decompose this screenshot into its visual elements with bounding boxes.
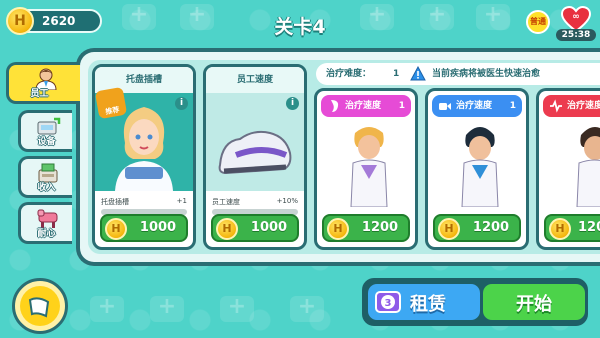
doctor-character-icon — [350, 127, 388, 207]
coin-amount: 2620 — [42, 14, 76, 28]
card-stat: 托盘插槽 +1 — [101, 197, 187, 207]
info-icon[interactable]: i — [286, 97, 299, 110]
coin-counter: H 2620 — [6, 7, 102, 35]
bg-cross — [420, 2, 454, 30]
svg-text:3: 3 — [385, 298, 392, 309]
coin-icon: H — [216, 218, 238, 240]
info-icon[interactable]: i — [175, 97, 188, 110]
buy-button[interactable]: H 1200 — [322, 214, 410, 242]
cure-level: 1 — [398, 101, 405, 111]
upgrade-card-cure-speed-1[interactable]: 治疗速度 1 H 1200 — [314, 88, 418, 250]
coin-icon: H — [327, 218, 349, 240]
cure-header: 治疗速度 1 — [432, 95, 522, 117]
stat-label: 托盘插槽 — [101, 198, 129, 206]
tab-equipment[interactable]: 设备 — [18, 110, 72, 152]
lives-timer: 25:38 — [556, 29, 596, 41]
cure-title: 治疗速度 — [345, 101, 382, 111]
cure-type-icon — [439, 103, 451, 110]
buy-button[interactable]: H 1200 — [433, 214, 521, 242]
tab-staff[interactable]: 员工 — [6, 62, 80, 104]
price: 1200 — [472, 220, 510, 235]
warning-icon — [410, 66, 426, 81]
tab-label: 设备 — [37, 137, 56, 147]
stat-value: +1 — [176, 197, 187, 205]
upgrade-card-tray-slot[interactable]: 托盘插槽 推荐 i 托盘插槽 +1 H 1000 — [92, 64, 196, 250]
buy-button[interactable]: H 1000 — [100, 214, 188, 242]
card-title: 员工速度 — [206, 67, 304, 93]
bottom-action-bar: 3 租赁 开始 — [362, 278, 588, 326]
bg-cross — [150, 294, 184, 322]
price: 1000 — [250, 220, 288, 235]
ticket-icon: 3 — [375, 291, 401, 313]
tab-label: 耐心 — [37, 229, 56, 239]
rent-label: 租赁 — [410, 294, 446, 315]
coin-icon: H — [6, 7, 34, 35]
cure-type-icon — [331, 100, 339, 112]
upgrade-card-staff-speed[interactable]: 员工速度 i 员工速度 +10% H 1000 — [203, 64, 307, 250]
upgrade-card-cure-speed-2[interactable]: 治疗速度 1 H 1200 — [425, 88, 529, 250]
stat-value: +10% — [276, 197, 298, 205]
buy-button[interactable]: H 1000 — [211, 214, 299, 242]
price: 1200 — [361, 220, 399, 235]
game-screen: { "header": { "coins": "2620", "coin_sym… — [0, 0, 600, 338]
difficulty-banner: 治疗难度： 1 当前疾病将被医生快速治愈 — [316, 63, 600, 85]
difficulty-label: 治疗难度： — [326, 69, 372, 79]
bg-cross — [476, 2, 510, 30]
cure-title: 治疗速度 — [456, 101, 493, 111]
rent-button[interactable]: 3 租赁 — [368, 284, 480, 320]
card-stat: 员工速度 +10% — [212, 197, 298, 207]
difficulty-value: 1 — [393, 69, 400, 79]
coin-icon: H — [549, 218, 571, 240]
start-label: 开始 — [516, 294, 552, 315]
back-arrow-icon — [28, 297, 50, 318]
back-button[interactable] — [12, 278, 68, 334]
difficulty-message: 当前疾病将被医生快速治愈 — [432, 69, 541, 79]
price: 1000 — [139, 220, 177, 235]
bg-cross — [180, 2, 214, 30]
cure-level: 1 — [509, 101, 516, 111]
cure-title: 治疗速度 — [567, 101, 600, 111]
tab-patience[interactable]: 耐心 — [18, 202, 72, 244]
badge-label: 推荐 — [104, 105, 120, 117]
svg-text:∞: ∞ — [572, 12, 580, 22]
bg-cross — [122, 2, 156, 30]
stat-label: 员工速度 — [212, 198, 240, 206]
recommended-badge: 推荐 — [95, 86, 128, 120]
cure-header: 治疗速度 — [543, 95, 600, 117]
bg-cross — [290, 294, 324, 322]
tab-income[interactable]: 收入 — [18, 156, 72, 198]
tab-label: 收入 — [37, 183, 56, 193]
bg-cross — [90, 294, 124, 322]
upgrade-card-cure-speed-3[interactable]: 治疗速度 H 1200 — [536, 88, 600, 250]
price: 1200 — [578, 220, 600, 235]
start-button[interactable]: 开始 — [483, 284, 585, 320]
doctor-character-icon — [576, 127, 600, 207]
cure-type-icon — [550, 99, 562, 113]
tab-label: 员工 — [30, 89, 49, 99]
bg-cross — [220, 294, 254, 322]
coin-icon: H — [105, 218, 127, 240]
back-button-face — [20, 286, 60, 326]
bg-cross — [360, 2, 394, 30]
coin-icon: H — [438, 218, 460, 240]
doctor-character-icon — [461, 127, 499, 207]
level-title: 关卡4 — [274, 16, 326, 38]
buy-button[interactable]: H 1200 — [544, 214, 600, 242]
cure-header: 治疗速度 1 — [321, 95, 411, 117]
speed-toggle-button[interactable]: 普通 — [526, 10, 550, 34]
